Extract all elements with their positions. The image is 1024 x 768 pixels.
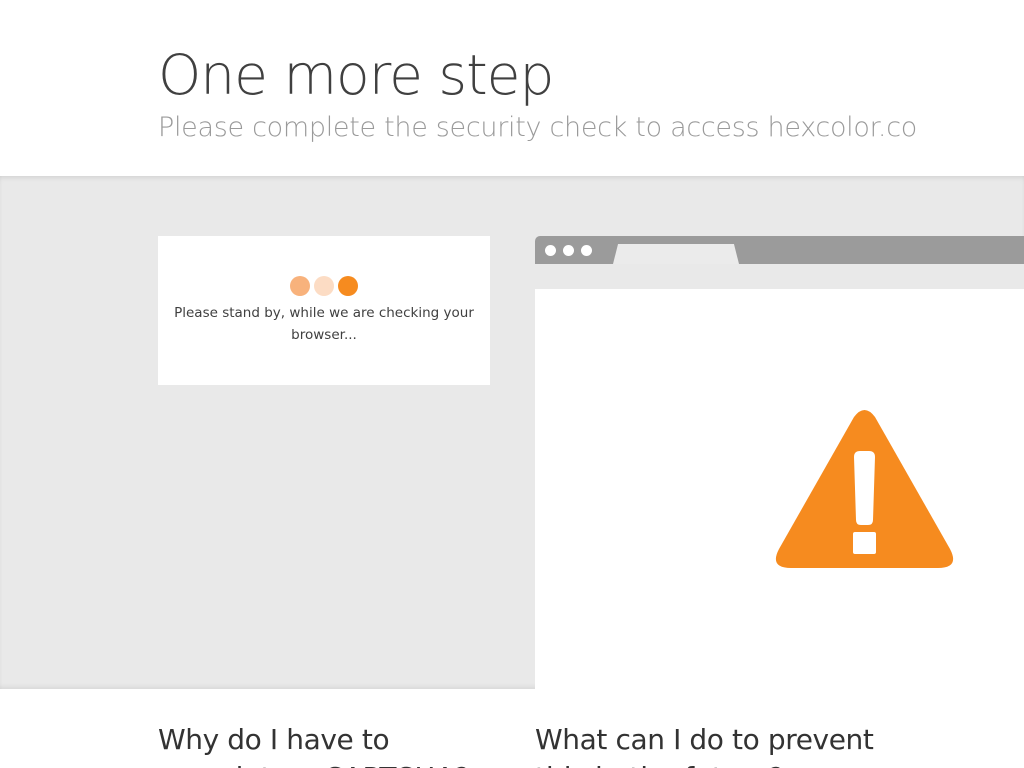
- warning-triangle-icon: [775, 410, 954, 568]
- browser-title-bar: [535, 236, 1024, 264]
- faq-prevent-heading: What can I do to prevent: [535, 723, 874, 756]
- browser-tab: [613, 244, 739, 264]
- faq-why-captcha-heading-line2: complete a CAPTCHA?: [158, 758, 469, 768]
- window-dot-icon: [545, 245, 556, 256]
- faq-prevent-heading-line2: this in the future?: [535, 758, 784, 768]
- page-header: One more step Please complete the securi…: [0, 0, 1024, 176]
- page-title: One more step: [158, 43, 554, 107]
- browser-check-card: Please stand by, while we are checking y…: [158, 236, 490, 385]
- browser-toolbar-gap: [535, 264, 1024, 289]
- loading-dot-1: [290, 276, 310, 296]
- check-status-message: Please stand by, while we are checking y…: [174, 305, 474, 343]
- page-subtitle: Please complete the security check to ac…: [158, 112, 917, 143]
- loading-dot-3: [338, 276, 358, 296]
- browser-illustration: [535, 236, 1024, 689]
- loading-dot-2: [314, 276, 334, 296]
- loading-dots: [290, 276, 362, 296]
- browser-viewport: [535, 289, 1024, 689]
- faq-why-captcha-heading: Why do I have to: [158, 723, 390, 756]
- window-dot-icon: [581, 245, 592, 256]
- window-dot-icon: [563, 245, 574, 256]
